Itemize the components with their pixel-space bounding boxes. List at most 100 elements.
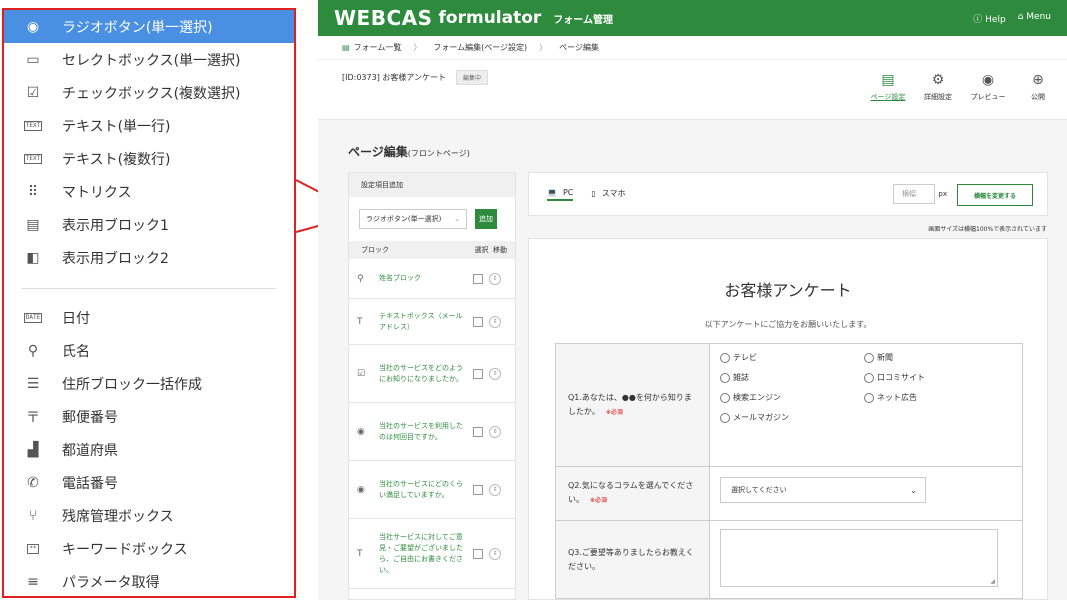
dropdown-item-checkbox[interactable]: ☑ チェックボックス(複数選択) [4, 76, 294, 109]
dropdown-item-date[interactable]: DATE 日付 [4, 301, 294, 334]
dropdown-item-label: 都道府県 [62, 442, 118, 459]
text-multi-icon: T [357, 548, 363, 559]
form-title: お客様アンケート [724, 281, 852, 300]
move-handle-icon[interactable]: ⇕ [489, 425, 501, 438]
action-page-settings[interactable]: ▤ ページ設定 [869, 72, 907, 102]
chevron-down-icon: ⌄ [910, 485, 917, 495]
help-link[interactable]: ⓘ Help [973, 12, 1005, 25]
preview-toolbar: 💻 PC ▯ スマホ 横幅 px 横幅を変更する [528, 172, 1048, 216]
q2-text: Q2.気になるコラムを選んでください。 [568, 481, 694, 504]
home-icon: ⌂ [1017, 11, 1024, 22]
matrix-icon: ⠿ [27, 183, 39, 200]
form-preview: お客様アンケート 以下アンケートにご協力をお願いいたします。 Q1.あなたは、●… [528, 238, 1048, 600]
q3-textarea[interactable]: ◢ [720, 529, 998, 587]
q3-label: Q3.ご要望等ありましたらお教えください。 [556, 521, 710, 598]
dropdown-item-parameter[interactable]: ≡ パラメータ取得 [4, 565, 294, 596]
q1-option[interactable]: メールマガジン [720, 412, 864, 423]
dropdown-item-display-block-1[interactable]: ▤ 表示用ブロック1 [4, 208, 294, 241]
block-row[interactable]: ⚲ 姓名ブロック ⇕ [349, 259, 515, 299]
radio-icon [720, 412, 730, 423]
resize-grip-icon[interactable]: ◢ [990, 578, 995, 585]
action-label: 詳細設定 [924, 93, 952, 101]
date-icon-text: DATE [23, 312, 43, 323]
block-row[interactable]: ◉ 当社のサービスにどのくらい満足していますか。 ⇕ [349, 461, 515, 519]
move-handle-icon[interactable]: ⇕ [489, 272, 501, 285]
dropdown-item-matrix[interactable]: ⠿ マトリクス [4, 175, 294, 208]
block-row[interactable]: ◉ 当社のサービスを利用したのは何回目ですか。 ⇕ [349, 403, 515, 461]
change-width-button[interactable]: 横幅を変更する [957, 184, 1033, 206]
dropdown-item-prefecture[interactable]: ▟ 都道府県 [4, 433, 294, 466]
breadcrumb-form-list[interactable]: ▤ フォーム一覧 [342, 42, 401, 53]
move-handle-icon[interactable]: ⇕ [489, 367, 501, 380]
q2-select[interactable]: 選択してください ⌄ [720, 477, 926, 503]
width-input[interactable]: 横幅 [893, 184, 935, 204]
radio-icon: ◉ [357, 484, 365, 495]
dropdown-item-select[interactable]: ▭ セレクトボックス(単一選択) [4, 43, 294, 76]
question-row-q1: Q1.あなたは、●●を何から知りましたか。 ※必須 テレビ 新聞 雑誌 口コミサイト 検索… [555, 343, 1023, 467]
tab-pc[interactable]: 💻 PC [547, 188, 574, 201]
action-detail-settings[interactable]: ⚙ 詳細設定 [919, 72, 957, 102]
q1-option[interactable]: テレビ [720, 352, 864, 363]
dropdown-item-display-block-2[interactable]: ◧ 表示用ブロック2 [4, 241, 294, 274]
dropdown-item-postal[interactable]: 〒 郵便番号 [4, 400, 294, 433]
q1-option[interactable]: 検索エンジン [720, 392, 864, 403]
chevron-right-icon: 〉 [539, 43, 548, 52]
dropdown-item-address[interactable]: ☰ 住所ブロック一括作成 [4, 367, 294, 400]
q1-option[interactable]: 新聞 [864, 352, 1004, 363]
q1-option[interactable]: ネット広告 [864, 392, 1004, 403]
dropdown-item-label: チェックボックス(複数選択) [62, 85, 241, 102]
radio-icon [720, 352, 730, 363]
item-type-select-value: ラジオボタン(単一選択) [366, 215, 442, 223]
dropdown-item-text-single[interactable]: TEXT テキスト(単一行) [4, 109, 294, 142]
preview-icon: ◉ [981, 72, 995, 88]
item-type-select[interactable]: ラジオボタン(単一選択) ⌄ [359, 209, 467, 229]
action-publish[interactable]: ⊕ 公開 [1019, 72, 1057, 102]
block-checkbox[interactable] [473, 316, 483, 327]
question-row-q3: Q3.ご要望等ありましたらお教えください。 ◢ [555, 521, 1023, 599]
page-title-sub: (フロントページ) [407, 149, 470, 158]
action-preview[interactable]: ◉ プレビュー [969, 72, 1007, 102]
smartphone-icon: ▯ [591, 188, 596, 198]
chevron-down-icon: ⌄ [454, 215, 460, 223]
dropdown-item-label: 郵便番号 [62, 409, 118, 426]
move-handle-icon[interactable]: ⇕ [489, 315, 501, 328]
block-row[interactable]: ☑ 当社のサービスをどのようにお知りになりましたか。 ⇕ [349, 345, 515, 403]
dropdown-item-seat[interactable]: ⑂ 残席管理ボックス [4, 499, 294, 532]
dropdown-item-person[interactable]: ⚲ 氏名 [4, 334, 294, 367]
dropdown-item-label: マトリクス [62, 184, 132, 201]
block-label: 当社サービスに対してご意見・ご要望がございましたら、ご自由にお書きください。 [379, 532, 463, 574]
dropdown-item-radio[interactable]: ◉ ラジオボタン(単一選択) [4, 10, 294, 43]
q1-option[interactable]: 口コミサイト [864, 372, 1004, 383]
add-button[interactable]: 追加 [475, 209, 497, 229]
block-checkbox[interactable] [473, 484, 483, 495]
dropdown-item-text-multi[interactable]: TEXT テキスト(複数行) [4, 142, 294, 175]
block-checkbox[interactable] [473, 548, 483, 559]
block-label: 当社のサービスを利用したのは何回目ですか。 [379, 421, 463, 441]
breadcrumb-page-edit: ページ編集 [559, 43, 600, 52]
dropdown-item-label: 住所ブロック一括作成 [62, 376, 202, 393]
move-handle-icon[interactable]: ⇕ [489, 547, 501, 560]
block-label: 姓名ブロック [379, 274, 421, 282]
block-label: テキストボックス（メールアドレス） [379, 311, 463, 331]
block-row[interactable]: T 当社サービスに対してご意見・ご要望がございましたら、ご自由にお書きください。 ⇕ [349, 519, 515, 589]
dropdown-item-label: テキスト(複数行) [62, 151, 171, 168]
keyword-icon-text: ** [27, 543, 39, 554]
dropdown-item-phone[interactable]: ✆ 電話番号 [4, 466, 294, 499]
dropdown-item-label: ラジオボタン(単一選択) [62, 19, 213, 36]
menu-link[interactable]: ⌂ Menu [1018, 12, 1051, 25]
block-checkbox[interactable] [473, 273, 483, 284]
block-label: 当社のサービスにどのくらい満足していますか。 [379, 479, 463, 499]
q1-option-label: 口コミサイト [877, 373, 925, 382]
block-checkbox[interactable] [473, 368, 483, 379]
q1-option[interactable]: 雑誌 [720, 372, 864, 383]
move-handle-icon[interactable]: ⇕ [489, 483, 501, 496]
display-block-1-icon: ▤ [26, 216, 40, 233]
block-row[interactable]: T テキストボックス（メールアドレス） ⇕ [349, 299, 515, 345]
tab-smartphone[interactable]: ▯ スマホ [591, 188, 625, 201]
help-icon: ⓘ [973, 14, 983, 25]
logo: WEBCAS [334, 6, 433, 30]
block-checkbox[interactable] [473, 426, 483, 437]
px-unit: px [938, 190, 947, 198]
dropdown-item-keyword[interactable]: ** キーワードボックス [4, 532, 294, 565]
breadcrumb-form-edit[interactable]: フォーム編集(ページ設定) [433, 42, 527, 53]
